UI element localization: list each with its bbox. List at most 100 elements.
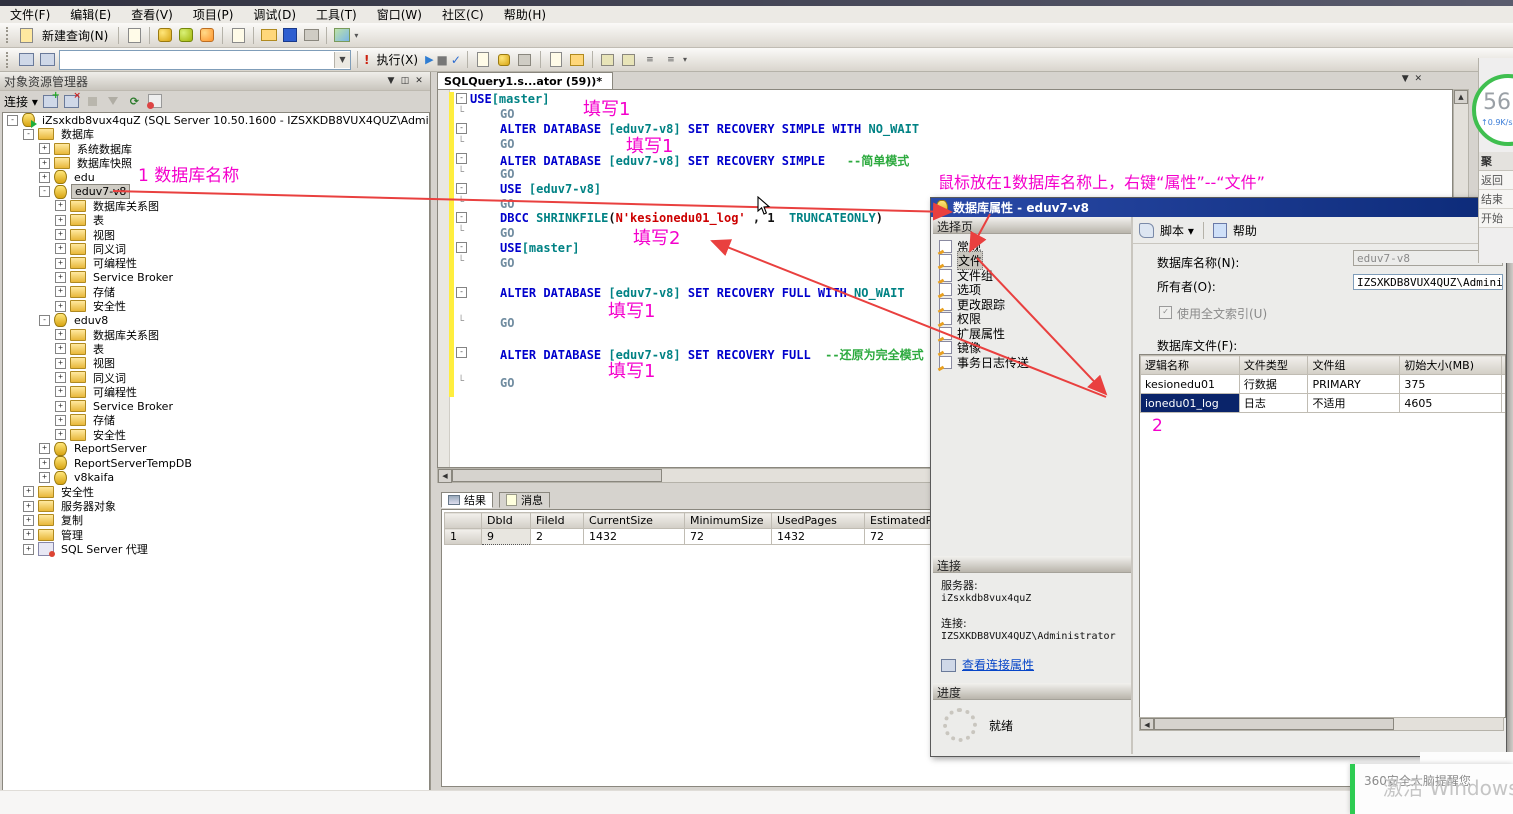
tree-item-视图[interactable]: +视图	[3, 227, 429, 241]
combobox-dropdown-icon[interactable]: ▼	[334, 52, 350, 68]
results-file-icon[interactable]	[568, 51, 586, 68]
toolbar-overflow-chevron[interactable]: ▾	[683, 55, 687, 64]
tree-item-数据库快照[interactable]: +数据库快照	[3, 156, 429, 170]
tree-item-数据库关系图[interactable]: +数据库关系图	[3, 199, 429, 213]
expand-icon[interactable]: +	[55, 401, 66, 412]
print-icon[interactable]	[302, 27, 320, 44]
menu-item[interactable]: 调试(D)	[243, 5, 306, 24]
debug-icon[interactable]: ▶	[425, 53, 433, 66]
fold-icon[interactable]: -	[456, 123, 467, 134]
open-file-icon[interactable]	[260, 27, 278, 44]
file-row[interactable]: kesionedu01行数据PRIMARY375增量为 1 MB，不限	[1141, 375, 1507, 394]
files-column-header[interactable]: 初始大小(MB)	[1400, 356, 1501, 375]
connect-server-icon[interactable]	[42, 94, 59, 109]
new-file-icon[interactable]	[125, 27, 143, 44]
tree-item-service-broker[interactable]: +Service Broker	[3, 270, 429, 284]
expand-icon[interactable]: +	[55, 386, 66, 397]
tree-item-可编程性[interactable]: +可编程性	[3, 385, 429, 399]
comment-icon[interactable]	[599, 51, 617, 68]
fold-icon[interactable]: -	[456, 287, 467, 298]
expand-icon[interactable]: +	[55, 372, 66, 383]
tree-item-izsxkdb8vux4quz-(sql-ser[interactable]: -iZsxkdb8vux4quZ (SQL Server 10.50.1600 …	[3, 113, 429, 127]
expand-icon[interactable]: +	[55, 329, 66, 340]
expand-icon[interactable]: +	[55, 286, 66, 297]
fold-icon[interactable]: -	[456, 183, 467, 194]
tree-item-表[interactable]: +表	[3, 213, 429, 227]
expand-icon[interactable]: -	[39, 315, 50, 326]
new-document-icon[interactable]	[229, 27, 247, 44]
results-column-header[interactable]: DbId	[482, 513, 531, 529]
expand-icon[interactable]: -	[23, 129, 34, 140]
tree-item-表[interactable]: +表	[3, 342, 429, 356]
database-files-grid[interactable]: 逻辑名称文件类型文件组初始大小(MB)自动增长kesionedu01行数据PRI…	[1140, 355, 1506, 413]
disconnect-server-icon[interactable]	[63, 94, 80, 109]
outdent-icon[interactable]: ≡	[662, 51, 680, 68]
tree-item-sql-server-代理[interactable]: +SQL Server 代理	[3, 542, 429, 556]
expand-icon[interactable]: +	[39, 172, 50, 183]
results-column-header[interactable]: MinimumSize	[685, 513, 772, 529]
expand-icon[interactable]: +	[55, 243, 66, 254]
tree-item-edu[interactable]: +edu	[3, 170, 429, 184]
activity-monitor-icon[interactable]	[333, 27, 351, 44]
expand-icon[interactable]: +	[55, 429, 66, 440]
expand-icon[interactable]: +	[23, 486, 34, 497]
results-column-header[interactable]: CurrentSize	[584, 513, 685, 529]
tab-close-icon[interactable]: ✕	[1414, 74, 1422, 84]
database-query-icon[interactable]	[156, 27, 174, 44]
results-column-header[interactable]: FileId	[531, 513, 584, 529]
expand-icon[interactable]: +	[39, 443, 50, 454]
tree-item-管理[interactable]: +管理	[3, 528, 429, 542]
expand-icon[interactable]: +	[39, 458, 50, 469]
toolbar-overflow-chevron[interactable]: ▾	[354, 31, 358, 40]
query-tab[interactable]: SQLQuery1.s...ator (59))*	[437, 72, 613, 89]
tree-item-v8kaifa[interactable]: +v8kaifa	[3, 470, 429, 484]
expand-icon[interactable]: +	[55, 415, 66, 426]
menu-item[interactable]: 工具(T)	[306, 5, 367, 24]
menu-item[interactable]: 查看(V)	[121, 5, 183, 24]
file-row[interactable]: ionedu01_log日志不适用4605增量为 10%，增长	[1141, 394, 1507, 413]
stop-icon[interactable]: ■	[437, 53, 448, 67]
panel-pin-icon[interactable]: ◫	[398, 76, 412, 86]
tree-item-reportserver[interactable]: +ReportServer	[3, 442, 429, 456]
tree-item-安全性[interactable]: +安全性	[3, 485, 429, 499]
query-options-icon[interactable]	[474, 51, 492, 68]
expand-icon[interactable]: +	[55, 215, 66, 226]
new-query-button[interactable]: 新建查询(N)	[38, 27, 112, 44]
menu-item[interactable]: 编辑(E)	[60, 5, 121, 24]
tree-item-安全性[interactable]: +安全性	[3, 299, 429, 313]
results-column-header[interactable]: UsedPages	[772, 513, 865, 529]
tree-item-存储[interactable]: +存储	[3, 285, 429, 299]
tree-item-存储[interactable]: +存储	[3, 413, 429, 427]
script-button[interactable]: 脚本 ▾	[1160, 222, 1194, 239]
files-grid-horizontal-scrollbar[interactable]: ◀	[1139, 717, 1504, 731]
fold-icon[interactable]: -	[456, 93, 467, 104]
files-column-header[interactable]: 文件类型	[1239, 356, 1308, 375]
results-row[interactable]: 192143272143272	[445, 529, 972, 545]
expand-icon[interactable]: +	[55, 358, 66, 369]
view-connection-properties-link[interactable]: 查看连接属性	[962, 659, 1034, 672]
results-tab[interactable]: 结果	[441, 492, 493, 508]
indent-icon[interactable]: ≡	[641, 51, 659, 68]
tree-item-复制[interactable]: +复制	[3, 513, 429, 527]
files-column-header[interactable]: 自动增长	[1501, 356, 1506, 375]
results-grid[interactable]: DbIdFileIdCurrentSizeMinimumSizeUsedPage…	[444, 512, 972, 545]
parse-icon[interactable]: ✓	[451, 53, 461, 67]
fold-icon[interactable]: -	[456, 242, 467, 253]
tree-item-系统数据库[interactable]: +系统数据库	[3, 142, 429, 156]
xmla-query-icon[interactable]	[198, 27, 216, 44]
expand-icon[interactable]: +	[55, 301, 66, 312]
menu-item[interactable]: 文件(F)	[0, 5, 60, 24]
script-report-icon[interactable]	[147, 94, 164, 109]
expand-icon[interactable]: +	[23, 501, 34, 512]
dialog-titlebar[interactable]: 数据库属性 - eduv7-v8	[931, 198, 1506, 217]
menu-item[interactable]: 窗口(W)	[367, 5, 432, 24]
results-text-icon[interactable]	[547, 51, 565, 68]
tree-item-eduv7-v8[interactable]: -eduv7-v8	[3, 184, 429, 198]
expand-icon[interactable]: +	[55, 272, 66, 283]
panel-dropdown-icon[interactable]: ▼	[384, 76, 398, 86]
expand-icon[interactable]: +	[55, 200, 66, 211]
save-icon[interactable]	[281, 27, 299, 44]
refresh-icon[interactable]: ⟳	[126, 94, 143, 109]
tree-item-可编程性[interactable]: +可编程性	[3, 256, 429, 270]
tree-item-reportservertempdb[interactable]: +ReportServerTempDB	[3, 456, 429, 470]
